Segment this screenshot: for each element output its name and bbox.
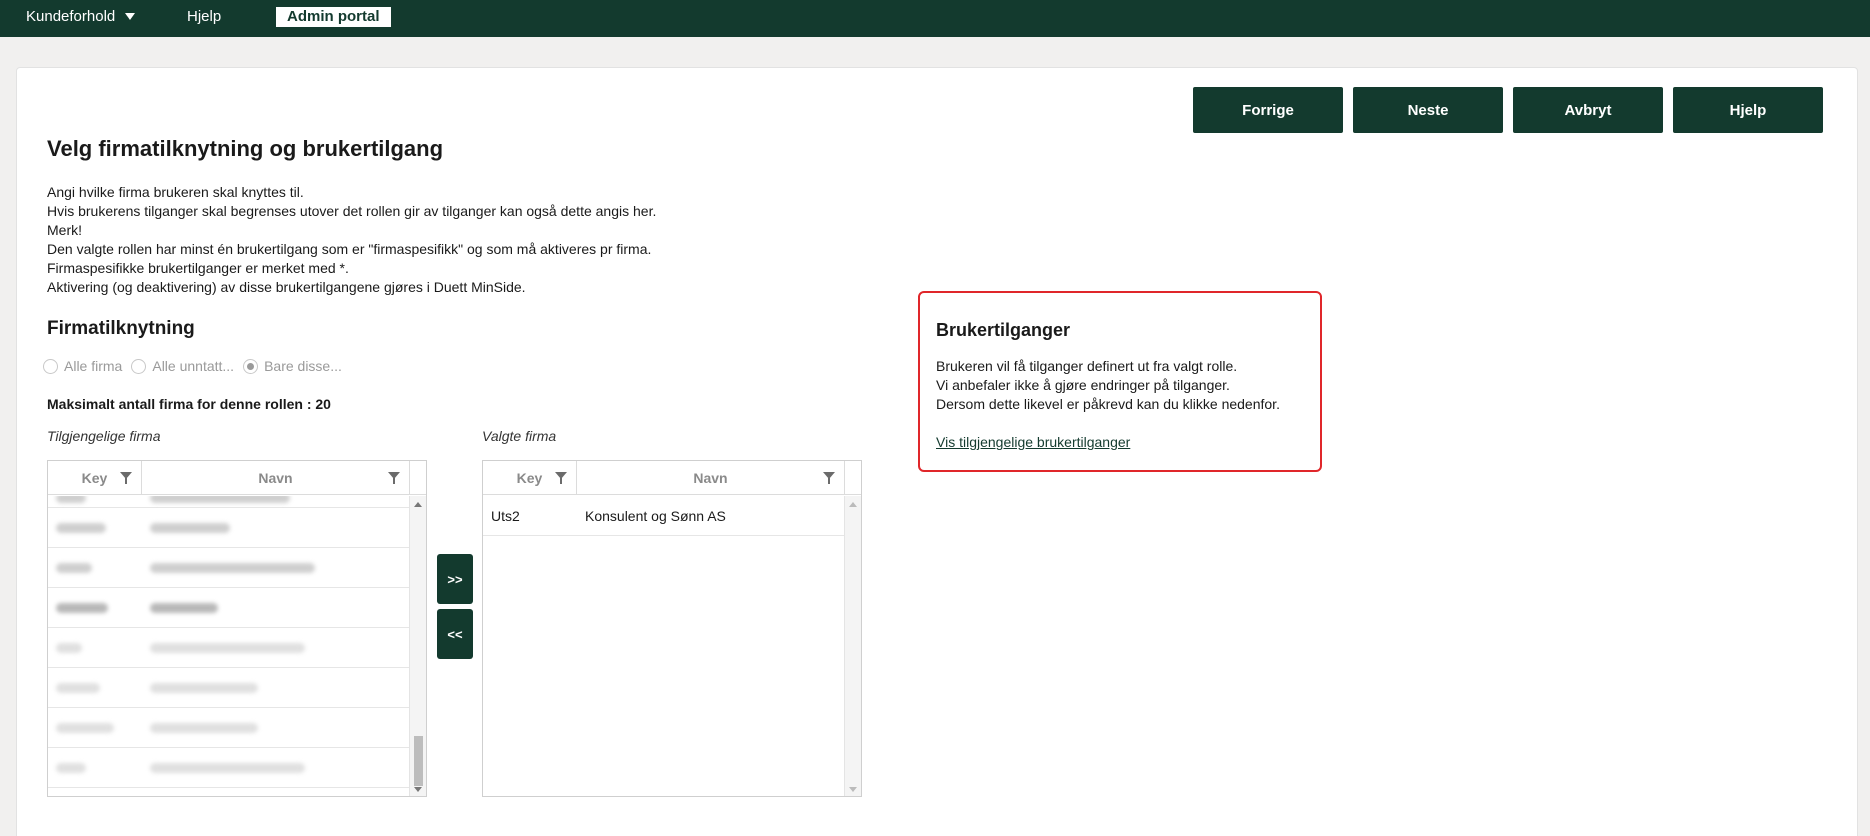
intro-line: Den valgte rollen har minst én brukertil… [47, 241, 652, 257]
add-firma-button[interactable]: >> [437, 554, 473, 604]
redacted-value [150, 722, 258, 733]
redacted-value [150, 682, 258, 693]
info-line: Brukeren vil få tilganger definert ut fr… [936, 358, 1238, 374]
wizard-action-bar: Forrige Neste Avbryt Hjelp [1193, 87, 1823, 133]
column-header-label: Navn [693, 469, 728, 486]
intro-line: Firmaspesifikke brukertilganger er merke… [47, 260, 349, 276]
redacted-value [56, 682, 100, 693]
radio-label: Alle firma [64, 358, 123, 374]
info-line: Vi anbefaler ikke å gjøre endringer på t… [936, 377, 1230, 393]
top-navigation: Kundeforhold Hjelp Admin portal [0, 0, 1870, 37]
filter-icon[interactable] [555, 472, 567, 484]
column-header-navn[interactable]: Navn [142, 461, 410, 494]
redacted-value [56, 496, 86, 503]
scroll-down-icon[interactable] [849, 787, 857, 792]
scroll-up-icon[interactable] [414, 502, 422, 507]
redacted-value [150, 602, 218, 613]
intro-line: Hvis brukerens tilganger skal begrenses … [47, 203, 657, 219]
column-header-label: Key [81, 469, 108, 486]
scrollbar-thumb[interactable] [414, 736, 423, 786]
radio-label: Bare disse... [264, 358, 342, 374]
grid-header: Key Navn [48, 461, 426, 495]
table-row[interactable] [48, 628, 409, 668]
redacted-value [150, 522, 230, 533]
filter-icon[interactable] [120, 472, 132, 484]
brukertilganger-panel: Brukertilganger Brukeren vil få tilgange… [918, 291, 1322, 472]
radio-circle-icon [131, 358, 147, 374]
available-firma-label: Tilgjengelige firma [47, 428, 161, 444]
selected-firma-grid: Key Navn Uts2 Konsulent og Sønn AS [482, 460, 862, 797]
table-row[interactable] [48, 508, 409, 548]
nav-kundeforhold-label: Kundeforhold [26, 8, 116, 25]
table-row[interactable] [48, 496, 409, 508]
neste-button[interactable]: Neste [1353, 87, 1503, 133]
table-row[interactable] [48, 548, 409, 588]
nav-hjelp-link[interactable]: Hjelp [187, 8, 221, 25]
redacted-value [150, 562, 315, 573]
column-header-label: Key [516, 469, 543, 486]
column-header-navn[interactable]: Navn [577, 461, 845, 494]
scroll-down-icon[interactable] [414, 787, 422, 792]
intro-line: Merk! [47, 222, 82, 238]
column-header-key[interactable]: Key [48, 461, 142, 494]
forrige-button[interactable]: Forrige [1193, 87, 1343, 133]
intro-line: Aktivering (og deaktivering) av disse br… [47, 279, 526, 295]
scroll-up-icon[interactable] [849, 502, 857, 507]
cell-key: Uts2 [491, 507, 520, 524]
selected-grid-body: Uts2 Konsulent og Sønn AS [483, 496, 844, 796]
table-row[interactable]: Uts2 Konsulent og Sønn AS [483, 496, 844, 536]
nav-admin-portal-tab[interactable]: Admin portal [276, 7, 391, 27]
redacted-value [56, 642, 82, 653]
redacted-value [56, 762, 86, 773]
table-row[interactable] [48, 668, 409, 708]
table-row[interactable] [48, 588, 409, 628]
redacted-value [150, 762, 305, 773]
vertical-scrollbar[interactable] [409, 496, 426, 796]
hjelp-button[interactable]: Hjelp [1673, 87, 1823, 133]
redacted-value [56, 722, 114, 733]
brukertilganger-text: Brukeren vil få tilganger definert ut fr… [936, 357, 1280, 414]
radio-alle-firma[interactable]: Alle firma [43, 358, 122, 374]
radio-label: Alle unntatt... [152, 358, 235, 374]
filter-icon[interactable] [823, 472, 835, 484]
table-row[interactable] [48, 708, 409, 748]
chevron-down-icon [125, 13, 136, 20]
vertical-scrollbar[interactable] [844, 496, 861, 796]
redacted-value [150, 496, 290, 503]
radio-alle-unntatt[interactable]: Alle unntatt... [131, 358, 234, 374]
filter-icon[interactable] [388, 472, 400, 484]
nav-kundeforhold-menu[interactable]: Kundeforhold [26, 8, 136, 25]
radio-circle-icon [43, 358, 58, 374]
radio-selected-icon [243, 358, 259, 374]
brukertilganger-title: Brukertilganger [936, 320, 1071, 340]
radio-bare-disse[interactable]: Bare disse... [243, 358, 342, 374]
available-firma-grid: Key Navn [47, 460, 427, 797]
info-line: Dersom dette likevel er påkrevd kan du k… [936, 396, 1280, 412]
intro-line: Angi hvilke firma brukeren skal knyttes … [47, 184, 304, 200]
max-firma-label: Maksimalt antall firma for denne rollen … [47, 396, 331, 412]
firmatilknytning-title: Firmatilknytning [47, 318, 195, 339]
redacted-value [56, 562, 92, 573]
redacted-value [56, 522, 106, 533]
grid-header: Key Navn [483, 461, 861, 495]
intro-text: Angi hvilke firma brukeren skal knyttes … [47, 183, 656, 297]
avbryt-button[interactable]: Avbryt [1513, 87, 1663, 133]
column-header-label: Navn [258, 469, 293, 486]
selected-firma-label: Valgte firma [482, 428, 557, 444]
redacted-value [150, 642, 305, 653]
column-header-key[interactable]: Key [483, 461, 577, 494]
table-row[interactable] [48, 748, 409, 788]
redacted-value [56, 602, 108, 613]
vis-brukertilganger-link[interactable]: Vis tilgjengelige brukertilganger [936, 434, 1130, 450]
page-title: Velg firmatilknytning og brukertilgang [47, 136, 444, 161]
available-grid-body [48, 496, 409, 796]
firma-scope-radio-group: Alle firma Alle unntatt... Bare disse... [43, 358, 351, 374]
remove-firma-button[interactable]: << [437, 609, 473, 659]
cell-navn: Konsulent og Sønn AS [585, 507, 726, 524]
